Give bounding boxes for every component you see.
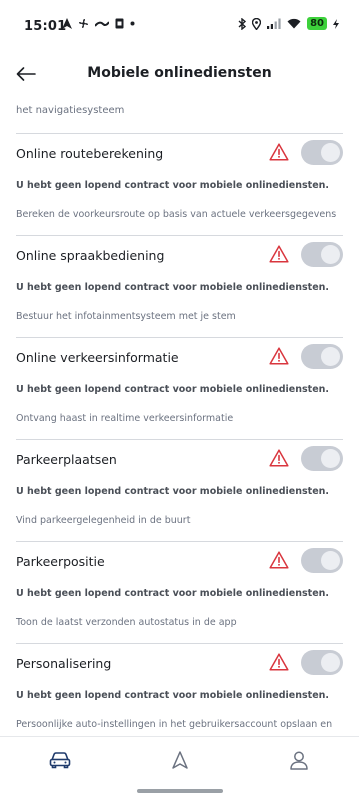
service-toggle[interactable] [301,344,343,369]
contract-message: U hebt geen lopend contract voor mobiele… [16,384,330,395]
service-toggle[interactable] [301,140,343,165]
car-icon [49,752,71,769]
service-item-online-spraakbediening: Online spraakbediening U hebt geen lopen… [0,236,359,338]
fan-icon [79,19,88,28]
sim-icon [115,18,124,29]
toggle-knob [321,551,340,570]
nav-car-button[interactable] [40,747,80,773]
toggle-knob [321,245,340,264]
service-toggle[interactable] [301,548,343,573]
navigation-arrow-icon [62,18,72,29]
nav-profile-button[interactable] [279,747,319,773]
service-toggle[interactable] [301,650,343,675]
battery-icon: 80 [307,17,327,30]
contract-message: U hebt geen lopend contract voor mobiele… [16,282,330,293]
service-item-parkeerpositie: Parkeerpositie U hebt geen lopend contra… [0,542,359,644]
page-title: Mobiele onlinediensten [87,65,272,81]
service-description: Bereken de voorkeursroute op basis van a… [16,209,337,220]
app-header: Mobiele onlinediensten [0,52,359,96]
warning-icon [269,551,289,569]
warning-icon [269,653,289,671]
wave-icon [95,20,109,27]
toggle-knob [321,143,340,162]
service-item-online-routeberekening: Online routeberekening U hebt geen lopen… [0,134,359,236]
service-title: Parkeerpositie [16,554,105,569]
service-description: Ontvang haast in realtime verkeersinform… [16,413,234,424]
toggle-knob [321,449,340,468]
status-time: 15:01 [24,19,67,34]
contract-message: U hebt geen lopend contract voor mobiele… [16,588,330,599]
services-list[interactable]: het navigatiesysteem Online routebereken… [0,96,359,736]
navigation-icon [172,751,188,769]
toggle-knob [321,653,340,672]
service-title: Online routeberekening [16,146,164,161]
nav-navigation-button[interactable] [160,747,200,773]
service-description: Bestuur het infotainmentsysteem met je s… [16,311,236,322]
warning-icon [269,347,289,365]
service-item-personalisering: Personalisering U hebt geen lopend contr… [0,644,359,736]
home-indicator[interactable] [137,789,223,793]
bluetooth-icon [238,17,247,30]
contract-message: U hebt geen lopend contract voor mobiele… [16,690,330,701]
service-title: Parkeerplaatsen [16,452,117,467]
location-icon [252,17,262,30]
previous-item-description: het navigatiesysteem [16,105,125,116]
signal-icon [267,18,281,29]
toggle-knob [321,347,340,366]
service-item-parkeerplaatsen: Parkeerplaatsen U hebt geen lopend contr… [0,440,359,542]
service-toggle[interactable] [301,242,343,267]
profile-icon [290,751,308,770]
service-title: Online spraakbediening [16,248,165,263]
contract-message: U hebt geen lopend contract voor mobiele… [16,180,330,191]
service-description: Persoonlijke auto-instellingen in het ge… [16,719,333,730]
service-description: Toon de laatst verzonden autostatus in d… [16,617,237,628]
warning-icon [269,449,289,467]
service-item-online-verkeersinformatie: Online verkeersinformatie U hebt geen lo… [0,338,359,440]
warning-icon [269,245,289,263]
service-title: Personalisering [16,656,112,671]
service-description: Vind parkeergelegenheid in de buurt [16,515,191,526]
contract-message: U hebt geen lopend contract voor mobiele… [16,486,330,497]
wifi-icon [287,18,301,29]
service-title: Online verkeersinformatie [16,350,179,365]
status-bar: 15:01 80 [0,0,359,52]
battery-saver-icon [333,18,339,29]
status-right-icons: 80 [238,17,339,30]
dot-icon [130,21,135,26]
status-left-icons [62,18,135,29]
warning-icon [269,143,289,161]
service-toggle[interactable] [301,446,343,471]
